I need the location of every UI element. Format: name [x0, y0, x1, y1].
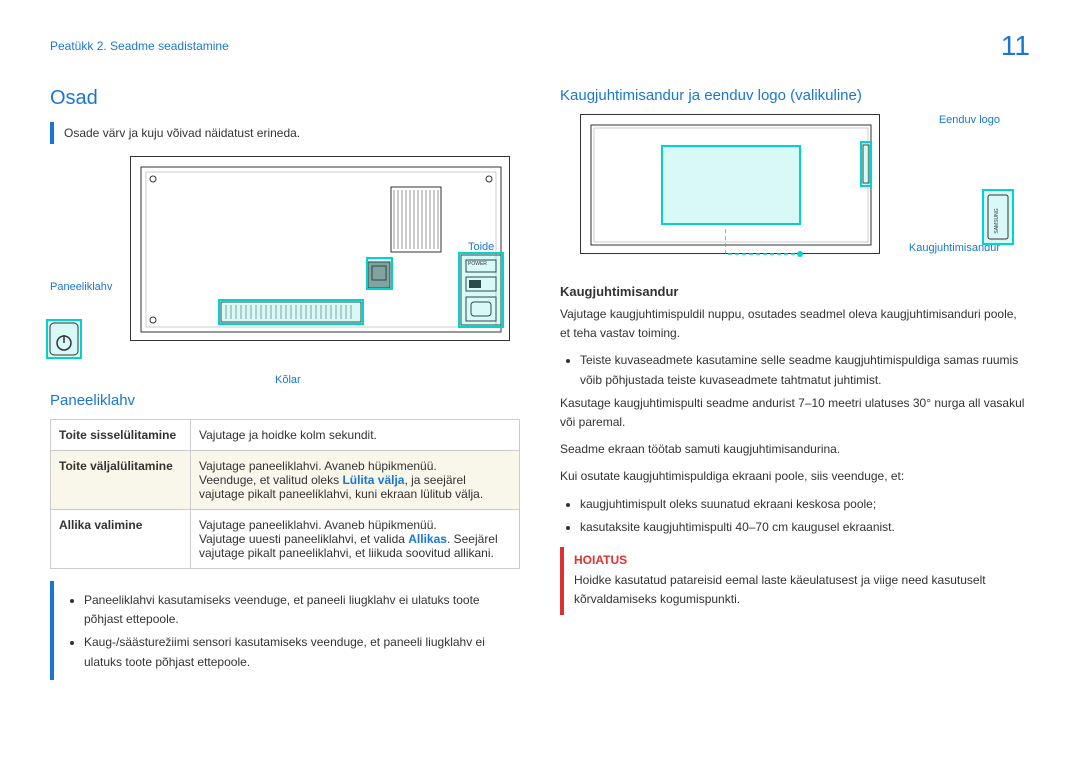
label-toide: Toide — [468, 241, 494, 253]
highlight-panel-key — [366, 257, 393, 290]
right-column: Kaugjuhtimisandur ja eenduv logo (valiku… — [560, 87, 1030, 692]
label-eenduv-logo: Eenduv logo — [939, 114, 1000, 126]
highlight-logo-slot — [860, 141, 872, 187]
panel-key-notes: Paneeliklahvi kasutamiseks veenduge, et … — [50, 581, 520, 680]
highlight-speaker — [218, 299, 364, 325]
logo-detail-icon: SAMSUNG — [982, 189, 1014, 245]
note-colors: Osade värv ja kuju võivad näidatust erin… — [50, 122, 520, 144]
panel-key-table: Toite sisselülitamineVajutage ja hoidke … — [50, 419, 520, 569]
chapter-title: Peatükk 2. Seadme seadistamine — [50, 39, 229, 53]
section-osad: Osad — [50, 87, 520, 110]
table-row: Allika valimineVajutage paneeliklahvi. A… — [51, 510, 520, 569]
subsection-remote-sensor-logo: Kaugjuhtimisandur ja eenduv logo (valiku… — [560, 87, 1030, 104]
link-lulita-valja[interactable]: Lülita välja — [342, 473, 404, 487]
remote-intro: Vajutage kaugjuhtimispuldil nuppu, osuta… — [560, 305, 1030, 343]
warning-title: HOIATUS — [574, 553, 1030, 567]
ensure-intro: Kui osutate kaugjuhtimispuldiga ekraani … — [560, 467, 1030, 486]
table-row: Toite sisselülitamineVajutage ja hoidke … — [51, 420, 520, 451]
device-back-diagram: POWER — [130, 156, 510, 341]
remote-distance: Kasutage kaugjuhtimispulti seadme anduri… — [560, 394, 1030, 432]
warning-body: Hoidke kasutatud patareisid eemal laste … — [574, 571, 1030, 609]
svg-text:SAMSUNG: SAMSUNG — [994, 208, 1000, 233]
label-kolar: Kõlar — [275, 374, 301, 386]
heading-kaugjuhtimisandur: Kaugjuhtimisandur — [560, 284, 1030, 299]
page-number: 11 — [1001, 30, 1030, 62]
screen-sensor: Seadme ekraan töötab samuti kaugjuhtimis… — [560, 440, 1030, 459]
subsection-paneeliklahv: Paneeliklahv — [50, 392, 520, 409]
sensor-connector-line — [725, 229, 805, 269]
warning-box: HOIATUS Hoidke kasutatud patareisid eema… — [560, 547, 1030, 615]
power-label: POWER — [468, 261, 487, 267]
page-header: Peatükk 2. Seadme seadistamine 11 — [50, 30, 1030, 62]
panel-key-button-icon — [46, 319, 82, 359]
highlight-remote-area — [661, 145, 801, 225]
table-row: Toite väljalülitamineVajutage paneelikla… — [51, 451, 520, 510]
label-paneeliklahv: Paneeliklahv — [50, 281, 112, 293]
left-column: Osad Osade värv ja kuju võivad näidatust… — [50, 87, 520, 692]
link-allikas[interactable]: Allikas — [408, 532, 447, 546]
